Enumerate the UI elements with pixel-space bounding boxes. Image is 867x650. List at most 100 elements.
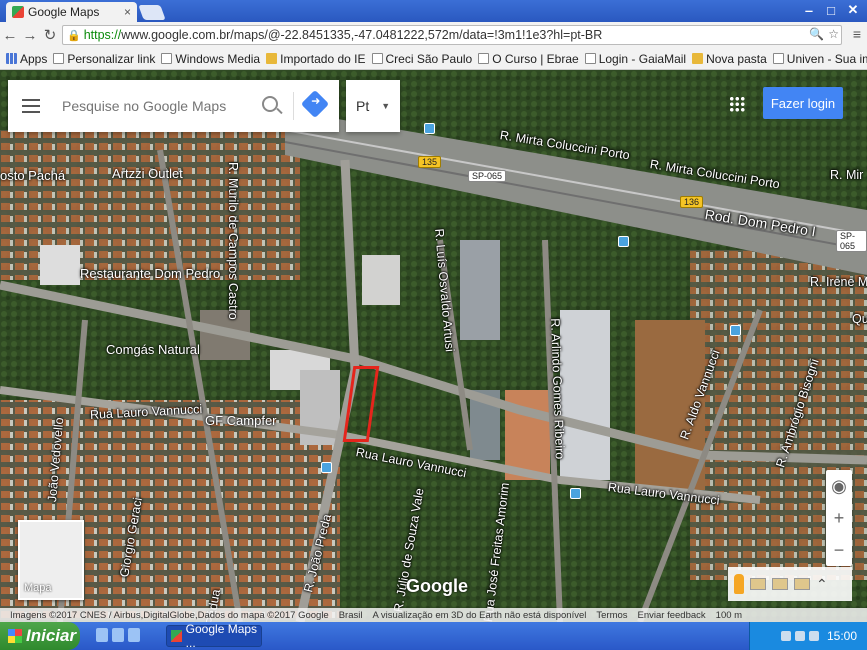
start-button[interactable]: Iniciar	[0, 622, 80, 650]
country-link[interactable]: Brasil	[339, 610, 363, 621]
bus-stop-icon[interactable]	[321, 462, 332, 473]
forward-icon[interactable]: →	[20, 27, 40, 44]
bookmark-label: Login - GaiaMail	[598, 51, 687, 66]
bus-stop-icon[interactable]	[618, 236, 629, 247]
bookmark-item[interactable]: Personalizar link	[53, 52, 155, 66]
tab-close-icon[interactable]: ×	[124, 5, 131, 19]
page-icon	[772, 53, 784, 64]
back-icon[interactable]: ←	[0, 27, 20, 44]
new-tab-button[interactable]	[138, 5, 166, 20]
address-bar[interactable]: 🔒 https:// www.google.com.br/maps/@-22.8…	[62, 25, 842, 45]
bookmark-label: Windows Media	[175, 51, 261, 66]
place-label[interactable]: osto Pachá	[0, 168, 65, 183]
url-scheme: https://	[83, 28, 122, 42]
menu-icon[interactable]: ≡	[853, 26, 861, 42]
map-bottom-tools: ⌃	[728, 567, 852, 601]
place-label[interactable]: Comgás Natural	[106, 342, 200, 357]
bookmark-item[interactable]: O Curso | Ebrae	[478, 51, 579, 66]
language-value: Pt	[356, 98, 370, 114]
windows-flag-icon	[8, 629, 22, 643]
bookmark-item[interactable]: Creci São Paulo	[371, 52, 472, 66]
maps-favicon-icon	[171, 630, 182, 642]
search-icon[interactable]	[262, 96, 278, 112]
satellite-map[interactable]: R. Mirta Coluccini Porto R. Mirta Colucc…	[0, 70, 867, 622]
place-label[interactable]: GF Campfer	[205, 413, 277, 428]
bookmark-item[interactable]: Importado do IE	[266, 51, 366, 66]
close-window-button[interactable]: ✕	[843, 1, 863, 19]
terms-link[interactable]: Termos	[596, 610, 627, 621]
system-tray: 15:00	[749, 622, 867, 650]
zoom-out-button[interactable]: −	[826, 534, 852, 566]
bus-stop-icon[interactable]	[730, 325, 741, 336]
imagery-thumbnail[interactable]	[772, 578, 788, 590]
apps-icon	[6, 53, 17, 64]
directions-icon[interactable]	[300, 89, 330, 119]
bookmark-label: Univen - Sua im	[786, 51, 867, 66]
street-label: R. Mir	[830, 168, 864, 182]
imagery-thumbnail[interactable]	[794, 578, 810, 590]
route-shield: 136	[680, 196, 704, 208]
bookmark-label: O Curso | Ebrae	[492, 51, 579, 66]
start-label: Iniciar	[26, 626, 77, 645]
clock: 15:00	[826, 629, 857, 643]
bus-stop-icon[interactable]	[424, 123, 435, 134]
url-text: www.google.com.br/maps/@-22.8451335,-47.…	[121, 28, 603, 42]
bookmark-item[interactable]: Windows Media	[161, 52, 260, 66]
route-shield: SP-065	[468, 170, 507, 182]
expand-icon[interactable]: ⌃	[816, 576, 828, 593]
star-icon[interactable]: ☆	[828, 27, 839, 41]
route-shield: 135	[418, 156, 442, 168]
bookmark-label: Importado do IE	[280, 51, 366, 66]
pegman-icon[interactable]	[734, 574, 744, 594]
imagery-credits: Imagens ©2017 CNES / Airbus,DigitalGlobe…	[10, 609, 329, 621]
bookmark-item[interactable]: Login - GaiaMail	[584, 51, 687, 66]
taskbar-item-google-maps[interactable]: Google Maps ...	[166, 622, 262, 650]
imagery-thumbnail[interactable]	[750, 578, 766, 590]
bookmark-item[interactable]: Nova pasta	[692, 52, 767, 66]
tray-icon[interactable]	[794, 631, 805, 641]
bookmark-label: Personalizar link	[67, 51, 156, 66]
sign-in-button[interactable]: Fazer login	[763, 87, 843, 119]
quick-launch-icon[interactable]	[128, 628, 140, 642]
tray-icon[interactable]	[780, 631, 791, 641]
bookmark-label: Apps	[20, 51, 48, 66]
title-bar: Google Maps × ‒ □ ✕	[0, 0, 867, 22]
place-label[interactable]: Artzzi Outlet	[112, 166, 183, 181]
zoom-in-button[interactable]: +	[826, 502, 852, 534]
map-footer: Imagens ©2017 CNES / Airbus,DigitalGlobe…	[0, 608, 867, 622]
tab-google-maps[interactable]: Google Maps ×	[6, 2, 137, 22]
language-select[interactable]: Pt ▼	[346, 80, 400, 132]
tray-icon[interactable]	[808, 631, 819, 641]
folder-icon	[266, 53, 278, 64]
bookmark-item[interactable]: Apps	[6, 52, 47, 66]
tab-title: Google Maps	[28, 5, 100, 19]
bookmarks-bar: Apps Personalizar link Windows Media Import…	[0, 48, 867, 70]
map-controls: ◉ + −	[826, 470, 852, 566]
page-icon	[371, 53, 383, 64]
folder-icon	[692, 53, 704, 64]
feedback-link[interactable]: Enviar feedback	[638, 610, 706, 621]
hamburger-menu-icon[interactable]	[22, 99, 40, 113]
my-location-icon[interactable]: ◉	[826, 470, 852, 502]
reload-icon[interactable]: ↻	[40, 26, 60, 44]
map-layer-switch[interactable]: Mapa	[18, 520, 84, 600]
scale-label[interactable]: 100 m	[716, 610, 742, 621]
street-label: R. Murilo de Campos Castro	[226, 162, 240, 320]
maps-favicon-icon	[12, 6, 24, 18]
quick-launch-icon[interactable]	[96, 628, 108, 642]
place-label[interactable]: Restaurante Dom Pedro	[80, 266, 220, 281]
zoom-icon[interactable]: 🔍	[809, 27, 824, 41]
task-label: Google Maps ...	[185, 622, 258, 650]
chevron-down-icon: ▼	[381, 101, 391, 111]
search-input[interactable]	[62, 98, 252, 114]
earth-notice: A visualização em 3D do Earth não está d…	[372, 609, 587, 621]
apps-grid-icon[interactable]	[729, 96, 745, 112]
bookmark-item[interactable]: Univen - Sua im	[772, 51, 867, 66]
quick-launch-icon[interactable]	[112, 628, 124, 642]
minimize-button[interactable]: ‒	[799, 1, 819, 19]
street-label: Qu	[852, 312, 867, 326]
bus-stop-icon[interactable]	[570, 488, 581, 499]
street-label: R. Irene Mi	[810, 275, 867, 289]
maximize-button[interactable]: □	[821, 1, 841, 19]
google-logo: Google	[406, 576, 468, 596]
